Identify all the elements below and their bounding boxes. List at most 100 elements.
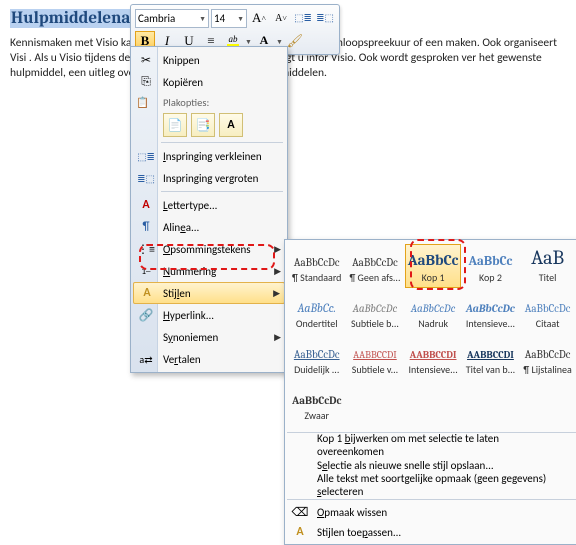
- style-cell-zwaar[interactable]: AaBbCcDc Zwaar: [289, 382, 344, 426]
- paste-text-only[interactable]: A: [219, 113, 243, 137]
- styles-icon: A: [137, 286, 157, 300]
- paste-keep-formatting[interactable]: 📄: [163, 113, 187, 137]
- shrink-font-button[interactable]: A˅: [271, 8, 291, 28]
- style-cell-titel[interactable]: AaBTitel: [520, 244, 575, 288]
- paragraph-icon: ¶: [136, 220, 156, 234]
- menu-copy[interactable]: ⎘ Kopiëren: [133, 71, 285, 93]
- style-preview: AABBCCDI: [347, 339, 402, 361]
- menu-increase-indent[interactable]: ≣⬚ Inspringing vergroten: [133, 167, 285, 189]
- style-label: Kop 2: [464, 271, 517, 284]
- chevron-down-icon[interactable]: ▼: [276, 37, 283, 46]
- menu-font-dialog[interactable]: A Lettertype...: [133, 194, 285, 216]
- menu-label: Synoniemen: [163, 331, 218, 344]
- style-label: Subtiele b...: [347, 317, 402, 330]
- decrease-indent-button[interactable]: ⬚≣: [293, 8, 313, 28]
- style-preview: AABBCCDI: [406, 339, 459, 361]
- menu-translate[interactable]: a⇄ Vertalen: [133, 348, 285, 370]
- style-cell-citaat[interactable]: AaBbCcDc Citaat: [520, 290, 575, 334]
- eraser-icon: ⌫: [290, 505, 310, 520]
- style-cell-intensieve-[interactable]: AABBCCDIIntensieve...: [405, 336, 460, 380]
- gallery-select-similar[interactable]: Alle tekst met soortgelijke opmaak (geen…: [287, 475, 576, 495]
- style-label: Ondertitel: [290, 317, 343, 330]
- paste-merge[interactable]: 📑: [191, 113, 215, 137]
- font-family-combo[interactable]: Cambria ▼: [135, 9, 209, 28]
- chevron-right-icon: ▶: [273, 288, 280, 299]
- style-preview: AaBbCcDc: [347, 293, 402, 315]
- style-cell--geen-afs-[interactable]: AaBbCcDc ¶ Geen afs...: [346, 244, 403, 288]
- style-label: Titel: [521, 271, 574, 284]
- style-cell--standaard[interactable]: AaBbCcDc ¶ Standaard: [289, 244, 344, 288]
- style-label: ¶ Lijstalinea: [521, 363, 574, 376]
- style-preview: AaBbCcDc: [521, 339, 574, 361]
- style-cell-titel-van-b-[interactable]: AABBCCDITitel van b...: [463, 336, 518, 380]
- menu-label: Nummering: [163, 265, 216, 278]
- chevron-down-icon[interactable]: ▼: [245, 37, 252, 46]
- style-cell-kop-1[interactable]: AaBbCcKop 1: [405, 244, 460, 288]
- style-cell-duidelijk-[interactable]: AaBbCcDc Duidelijk ...: [289, 336, 344, 380]
- style-preview: AaBbCcDc: [521, 293, 574, 315]
- gallery-update-style[interactable]: Kop 1 bijwerken om met selectie te laten…: [287, 435, 576, 455]
- style-preview: AaBbCc: [464, 247, 517, 269]
- scissors-icon: ✂: [136, 53, 156, 68]
- bullets-icon: ⋮≡: [136, 242, 156, 257]
- style-preview: AaBbCcDc: [464, 293, 517, 315]
- style-label: Citaat: [521, 317, 574, 330]
- style-cell-subtiele-v-[interactable]: AABBCCDI Subtiele v...: [346, 336, 403, 380]
- menu-synonyms[interactable]: Synoniemen ▶: [133, 326, 285, 348]
- menu-label: Stijlen toepassen...: [317, 526, 401, 539]
- menu-label: Stijlen: [163, 287, 191, 300]
- menu-bullets[interactable]: ⋮≡ Opsommingstekens ▶: [133, 238, 285, 260]
- menu-cut[interactable]: ✂ Knippen: [133, 49, 285, 71]
- menu-cut-label: Knippen: [163, 54, 200, 67]
- menu-hyperlink[interactable]: 🔗 Hyperlink...: [133, 304, 285, 326]
- chevron-right-icon: ▶: [274, 332, 281, 343]
- style-cell-ondertitel[interactable]: AaBbCc. Ondertitel: [289, 290, 344, 334]
- style-preview: AaBbCcDc: [290, 247, 343, 269]
- style-cell-nadruk[interactable]: AaBbCcDc Nadruk: [405, 290, 460, 334]
- style-preview: AaBbCcDc: [406, 293, 459, 315]
- style-preview: AaBbCcDc: [290, 339, 343, 361]
- menu-styles[interactable]: A Stijlen ▶: [133, 282, 285, 304]
- style-preview: AABBCCDI: [464, 339, 517, 361]
- chevron-right-icon: ▶: [274, 244, 281, 255]
- clipboard-icon: 📋: [136, 96, 149, 109]
- font-size-combo[interactable]: 14 ▼: [211, 9, 247, 28]
- numbering-icon: 1⎯: [136, 266, 156, 277]
- style-preview: AaBbCcDc: [290, 385, 343, 407]
- decrease-indent-icon: ⬚≣: [136, 150, 156, 163]
- increase-indent-icon: ≣⬚: [136, 172, 156, 185]
- increase-indent-button[interactable]: ≣⬚: [315, 8, 335, 28]
- chevron-down-icon: ▼: [199, 14, 206, 23]
- style-label: ¶ Standaard: [290, 271, 343, 284]
- paste-options: 📄 📑 A: [133, 110, 285, 140]
- context-menu: ✂ Knippen ⎘ Kopiëren 📋 Plakopties: 📄 📑 A…: [130, 46, 288, 373]
- style-label: Duidelijk ...: [290, 363, 343, 376]
- menu-decrease-indent[interactable]: ⬚≣ Inspringing verkleinen: [133, 145, 285, 167]
- style-label: Nadruk: [406, 317, 459, 330]
- style-label: ¶ Geen afs...: [347, 271, 402, 284]
- menu-numbering[interactable]: 1⎯ Nummering ▶: [133, 260, 285, 282]
- style-preview: AaBbCc.: [290, 293, 343, 315]
- style-label: Kop 1: [406, 271, 459, 284]
- font-icon: A: [136, 198, 156, 212]
- style-grid: AaBbCcDc ¶ Standaard AaBbCcDc ¶ Geen afs...…: [289, 244, 575, 426]
- menu-paragraph-dialog[interactable]: ¶ Alinea...: [133, 216, 285, 238]
- font-size-value: 14: [214, 12, 225, 25]
- menu-label: Selectie als nieuwe snelle stijl opslaan…: [317, 459, 494, 472]
- chevron-down-icon: ▼: [237, 14, 244, 23]
- style-preview: AaBbCcDc: [347, 247, 402, 269]
- style-cell-subtiele-b-[interactable]: AaBbCcDc Subtiele b...: [346, 290, 403, 334]
- style-cell-intensieve-[interactable]: AaBbCcDc Intensieve...: [463, 290, 518, 334]
- style-label: Intensieve...: [464, 317, 517, 330]
- style-label: Subtiele v...: [347, 363, 402, 376]
- gallery-clear-formatting[interactable]: ⌫ Opmaak wissen: [287, 502, 576, 522]
- grow-font-button[interactable]: A˄: [249, 8, 269, 28]
- style-cell-kop-2[interactable]: AaBbCc Kop 2: [463, 244, 518, 288]
- gallery-apply-styles[interactable]: A Stijlen toepassen...: [287, 522, 576, 542]
- style-cell--lijstalinea[interactable]: AaBbCcDc ¶ Lijstalinea: [520, 336, 575, 380]
- style-label: Zwaar: [290, 409, 343, 422]
- menu-label: Alle tekst met soortgelijke opmaak (geen…: [317, 472, 563, 498]
- menu-label: Lettertype...: [163, 199, 217, 212]
- font-family-value: Cambria: [138, 12, 175, 25]
- menu-label: Inspringing vergroten: [163, 172, 258, 185]
